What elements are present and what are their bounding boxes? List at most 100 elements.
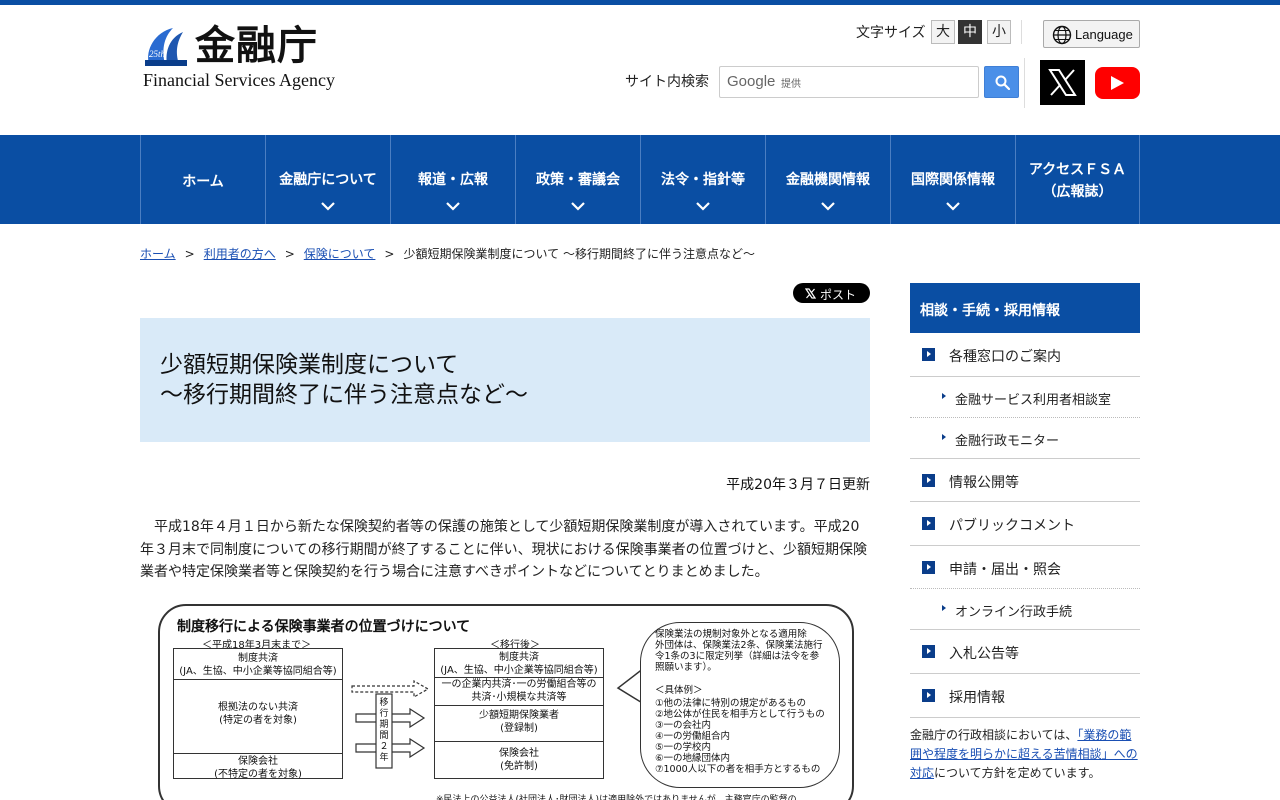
sidebar-item-label: 申請・届出・照会	[949, 562, 1061, 578]
figure-footnote: ※民法上の公益法人(社団法人･財団法人)は適用除外ではありませんが、主務官庁の監…	[436, 795, 797, 800]
search-button[interactable]	[984, 66, 1019, 98]
figure-cell: 保険会社 (免許制)	[499, 748, 539, 772]
sidebar-item-label: パブリックコメント	[949, 518, 1075, 534]
sidebar-item-label: 情報公開等	[949, 475, 1019, 491]
arrow-right-icon	[922, 348, 935, 361]
arrow-right-icon	[942, 393, 946, 399]
sidebar-item-label: オンライン行政手続	[955, 605, 1073, 620]
figure-cell: 制度共済 (JA、生協、中小企業等協同組合等)	[440, 652, 598, 676]
breadcrumb-separator: >	[384, 247, 395, 261]
sidebar-item-label: 金融サービス利用者相談室	[955, 393, 1112, 408]
nav-laws[interactable]: 法令・指針等	[640, 135, 765, 224]
figure-before-box: 制度共済 (JA、生協、中小企業等協同組合等) 根拠法のない共済 (特定の者を対象)…	[173, 648, 343, 780]
chevron-down-icon	[571, 202, 585, 211]
sidebar-item-disclosure[interactable]: 情報公開等	[910, 459, 1140, 502]
top-accent-bar	[0, 0, 1280, 5]
sidebar-item-label: 入札公告等	[949, 646, 1019, 662]
font-size-label: 文字サイズ	[856, 25, 926, 41]
nav-home[interactable]: ホーム	[140, 135, 265, 224]
transition-period-label: 移行期間２年	[379, 698, 389, 763]
font-size-large-button[interactable]: 大	[931, 20, 955, 44]
breadcrumb: ホーム > 利用者の方へ > 保険について > 少額短期保険業制度について ～移行期間終了に…	[140, 245, 755, 262]
logo-title: 金融庁	[195, 23, 318, 69]
page-title-line2: ～移行期間終了に伴う注意点など～	[160, 382, 528, 408]
sidebar-item-label: 金融行政モニター	[955, 434, 1060, 449]
breadcrumb-home[interactable]: ホーム	[140, 247, 176, 261]
sidebar-note: 金融庁の行政相談においては、「業務の範囲や程度を明らかに超える苦情相談」への対応…	[910, 728, 1138, 780]
x-logo-icon	[805, 288, 816, 299]
breadcrumb-separator: >	[284, 247, 295, 261]
nav-label: 国際関係情報	[911, 172, 995, 188]
nav-label: 法令・指針等	[661, 172, 745, 188]
nav-label: 金融庁について	[279, 172, 377, 188]
nav-label: 政策・審議会	[536, 172, 620, 188]
globe-icon	[1052, 25, 1072, 45]
exemption-bubble: 保険業法の規制対象外となる適用除 外団体は、保険業法2条、保険業法施行 令1条の…	[640, 622, 840, 788]
breadcrumb-current: 少額短期保険業制度について ～移行期間終了に伴う注意点など～	[403, 247, 755, 261]
nav-international[interactable]: 国際関係情報	[890, 135, 1015, 224]
arrow-right-icon	[922, 689, 935, 702]
chevron-down-icon	[696, 202, 710, 211]
intro-paragraph: 平成18年４月１日から新たな保険契約者等の保護の施策として少額短期保険業制度が導…	[140, 519, 868, 580]
figure-cell: 保険会社 (不特定の者を対象)	[214, 756, 302, 780]
x-post-button[interactable]: ポスト	[793, 283, 870, 303]
chevron-down-icon	[946, 202, 960, 211]
figure-divider	[174, 679, 342, 680]
post-label: ポスト	[820, 288, 857, 302]
sidebar-item-public-comment[interactable]: パブリックコメント	[910, 502, 1140, 546]
figure-divider	[174, 753, 342, 754]
breadcrumb-insurance[interactable]: 保険について	[304, 247, 376, 261]
system-transition-figure: 制度移行による保険事業者の位置づけについて ＜平成18年3月末まで＞ ＜移行後＞…	[158, 604, 854, 800]
sidebar-item-bids[interactable]: 入札公告等	[910, 630, 1140, 674]
search-brand: Google	[727, 73, 776, 90]
figure-cell: 一の企業内共済･一の労働組合等の 共済･小規模な共済等	[441, 679, 597, 703]
search-icon	[995, 75, 1010, 90]
nav-about[interactable]: 金融庁について	[265, 135, 390, 224]
language-button[interactable]: Language	[1043, 20, 1140, 48]
arrow-right-icon	[922, 645, 935, 658]
page-title-box: 少額短期保険業制度について ～移行期間終了に伴う注意点など～	[140, 318, 870, 442]
language-label: Language	[1075, 27, 1133, 42]
site-search-label: サイト内検索	[625, 74, 709, 90]
nav-policy[interactable]: 政策・審議会	[515, 135, 640, 224]
sidebar-item-recruitment[interactable]: 採用情報	[910, 674, 1140, 718]
youtube-link-button[interactable]	[1095, 67, 1140, 99]
arrow-right-icon	[922, 517, 935, 530]
page-title-line1: 少額短期保険業制度について	[160, 352, 459, 378]
nav-label: ホーム	[182, 174, 224, 190]
nav-label: 報道・広報	[418, 172, 488, 188]
figure-divider	[435, 741, 603, 742]
header-divider	[1024, 58, 1025, 108]
youtube-icon	[1111, 76, 1124, 90]
nav-institutions[interactable]: 金融機関情報	[765, 135, 890, 224]
figure-cell: 根拠法のない共済 (特定の者を対象)	[218, 702, 298, 726]
chevron-down-icon	[321, 202, 335, 211]
sidebar-item-monitor[interactable]: 金融行政モニター	[910, 418, 1140, 459]
site-search-input[interactable]: Google 提供	[719, 66, 979, 98]
sidebar-item-contact[interactable]: 各種窓口のご案内	[910, 333, 1140, 377]
font-size-small-button[interactable]: 小	[987, 20, 1011, 44]
breadcrumb-users[interactable]: 利用者の方へ	[204, 247, 276, 261]
figure-title: 制度移行による保険事業者の位置づけについて	[177, 619, 471, 635]
nav-access-fsa[interactable]: アクセスＦＳＡ （広報誌）	[1015, 135, 1140, 224]
chevron-down-icon	[821, 202, 835, 211]
sidebar-item-applications[interactable]: 申請・届出・照会	[910, 546, 1140, 589]
agency-emblem-icon: 25th	[145, 28, 187, 66]
sidebar-item-online-procedures[interactable]: オンライン行政手続	[910, 589, 1140, 630]
sidebar-item-user-consultation[interactable]: 金融サービス利用者相談室	[910, 377, 1140, 418]
nav-label-line2: （広報誌）	[1042, 184, 1113, 200]
sidebar-item-label: 各種窓口のご案内	[949, 349, 1061, 365]
nav-press[interactable]: 報道・広報	[390, 135, 515, 224]
chevron-down-icon	[446, 202, 460, 211]
nav-label: アクセスＦＳＡ （広報誌）	[1016, 159, 1139, 203]
font-size-medium-button[interactable]: 中	[958, 20, 982, 44]
arrow-right-icon	[942, 605, 946, 611]
nav-label-line1: アクセスＦＳＡ	[1028, 162, 1127, 178]
site-logo[interactable]: 25th 金融庁 Financial Services Agency	[141, 22, 341, 92]
figure-divider	[435, 705, 603, 706]
x-link-button[interactable]	[1040, 60, 1085, 105]
arrow-right-icon	[922, 561, 935, 574]
figure-cell: 少額短期保険業者 (登録制)	[479, 710, 559, 734]
header-divider	[1021, 20, 1022, 44]
arrow-right-icon	[942, 434, 946, 440]
